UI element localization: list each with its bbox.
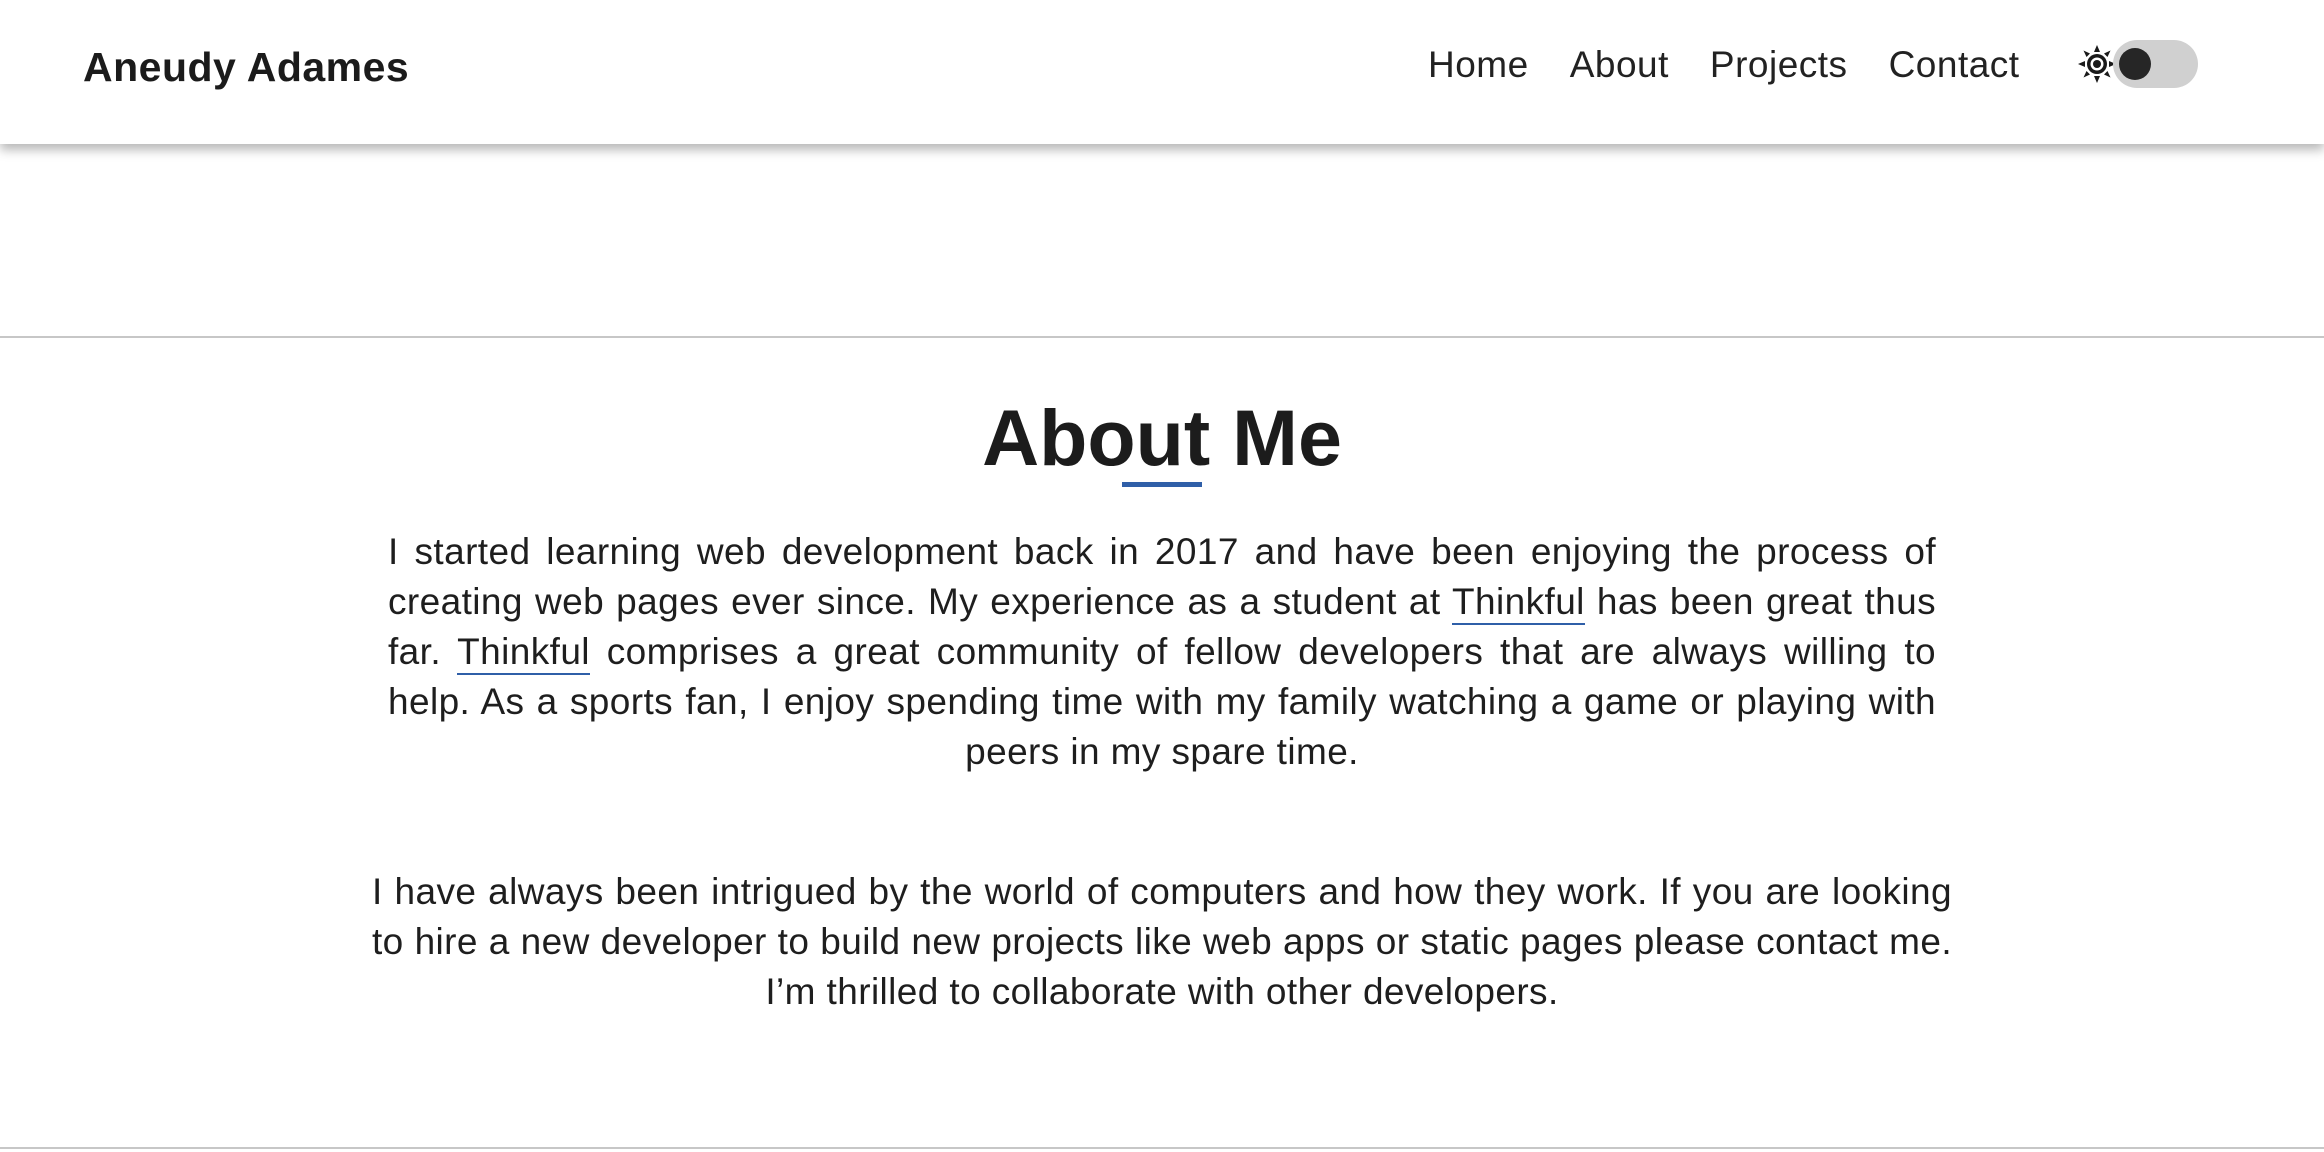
- section-divider-bottom: [0, 1147, 2324, 1149]
- theme-switch-track[interactable]: [2113, 40, 2198, 88]
- nav-links: Home About Projects Contact: [1428, 44, 2020, 86]
- nav-about-link[interactable]: About: [1570, 44, 1669, 86]
- about-title: About Me: [982, 393, 1342, 482]
- nav-contact-link[interactable]: Contact: [1889, 44, 2020, 86]
- brand-name[interactable]: Aneudy Adames: [83, 44, 409, 91]
- sun-icon: [2078, 45, 2116, 83]
- section-divider-top: [0, 336, 2324, 338]
- theme-toggle[interactable]: [2077, 40, 2198, 88]
- nav-projects-link[interactable]: Projects: [1710, 44, 1848, 86]
- thinkful-link[interactable]: Thinkful: [1452, 581, 1585, 625]
- theme-switch-knob[interactable]: [2119, 48, 2151, 80]
- about-paragraph-1: I started learning web development back …: [388, 527, 1936, 777]
- about-paragraph-2: I have always been intrigued by the worl…: [372, 871, 1952, 1012]
- thinkful-link-2[interactable]: Thinkful: [457, 631, 590, 675]
- nav-home-link[interactable]: Home: [1428, 44, 1529, 86]
- about-paragraph-1-text-c: comprises a great community of fellow de…: [388, 631, 1936, 772]
- top-navbar: Aneudy Adames Home About Projects Contac…: [0, 0, 2324, 144]
- title-underline: [1122, 482, 1202, 487]
